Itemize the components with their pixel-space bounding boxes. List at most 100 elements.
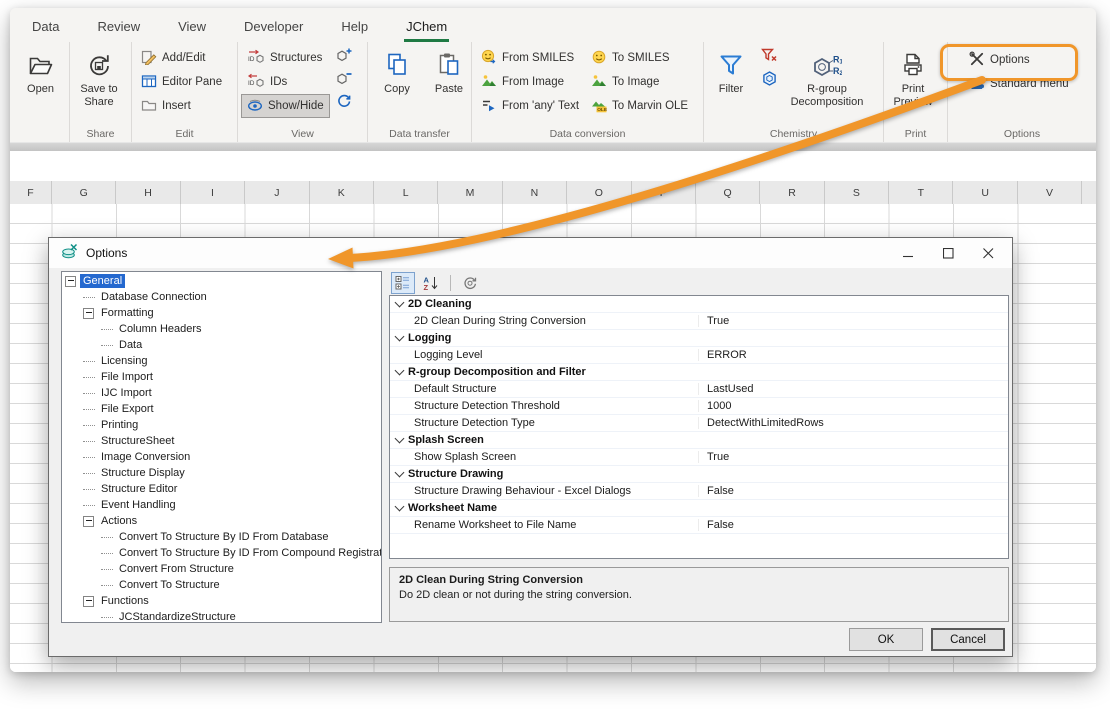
remove-structure-button[interactable] xyxy=(334,71,354,90)
property-category-structure-drawing[interactable]: Structure Drawing xyxy=(390,466,1008,483)
alphabetical-sort-icon[interactable]: AZ xyxy=(419,272,443,294)
property-value[interactable]: False xyxy=(699,519,734,531)
collapse-icon[interactable] xyxy=(65,276,76,287)
column-header-N[interactable]: N xyxy=(503,181,567,204)
filter-button[interactable]: Filter xyxy=(707,44,755,96)
from-image-button[interactable]: From Image xyxy=(475,70,585,94)
from-smiles-button[interactable]: From SMILES xyxy=(475,46,585,70)
tree-item-printing[interactable]: Printing xyxy=(62,417,381,433)
tree-item-convert-to-structure[interactable]: Convert To Structure xyxy=(62,577,381,593)
property-category-splash-screen[interactable]: Splash Screen xyxy=(390,432,1008,449)
property-row-rename-worksheet-to-file-name[interactable]: Rename Worksheet to File NameFalse xyxy=(390,517,1008,534)
print-preview-button[interactable]: PrintPreview xyxy=(887,44,939,108)
insert-button[interactable]: Insert xyxy=(135,94,228,118)
chevron-down-icon[interactable] xyxy=(394,468,404,478)
column-header-T[interactable]: T xyxy=(889,181,953,204)
tree-item-actions[interactable]: Actions xyxy=(62,513,381,529)
property-value[interactable]: ERROR xyxy=(699,349,747,361)
refresh-button[interactable] xyxy=(334,94,354,113)
property-value[interactable]: DetectWithLimitedRows xyxy=(699,417,824,429)
tree-item-ijc-import[interactable]: IJC Import xyxy=(62,385,381,401)
property-row-structure-drawing-behaviour-excel-dialogs[interactable]: Structure Drawing Behaviour - Excel Dial… xyxy=(390,483,1008,500)
column-header-J[interactable]: J xyxy=(245,181,309,204)
options-button[interactable]: Options xyxy=(963,48,1075,72)
column-header-I[interactable]: I xyxy=(181,181,245,204)
show-hide-button[interactable]: Show/Hide xyxy=(241,94,330,118)
property-category-worksheet-name[interactable]: Worksheet Name xyxy=(390,500,1008,517)
tab-data[interactable]: Data xyxy=(30,12,61,42)
tree-item-functions[interactable]: Functions xyxy=(62,593,381,609)
tab-help[interactable]: Help xyxy=(339,12,370,42)
editor-pane-button[interactable]: Editor Pane xyxy=(135,70,228,94)
column-header-P[interactable]: P xyxy=(632,181,696,204)
structures-button[interactable]: ID Structures xyxy=(241,46,330,70)
to-image-button[interactable]: To Image xyxy=(585,70,694,94)
copy-button[interactable]: Copy xyxy=(371,44,423,96)
tree-item-structure-display[interactable]: Structure Display xyxy=(62,465,381,481)
chevron-down-icon[interactable] xyxy=(394,366,404,376)
property-row-2d-clean-during-string-conversion[interactable]: 2D Clean During String ConversionTrue xyxy=(390,313,1008,330)
ids-button[interactable]: ID IDs xyxy=(241,70,330,94)
chevron-down-icon[interactable] xyxy=(394,434,404,444)
reset-icon[interactable] xyxy=(458,272,482,294)
tree-item-licensing[interactable]: Licensing xyxy=(62,353,381,369)
column-header-F[interactable]: F xyxy=(10,181,52,204)
property-row-structure-detection-threshold[interactable]: Structure Detection Threshold1000 xyxy=(390,398,1008,415)
tree-item-event-handling[interactable]: Event Handling xyxy=(62,497,381,513)
tree-item-structure-editor[interactable]: Structure Editor xyxy=(62,481,381,497)
tree-item-file-export[interactable]: File Export xyxy=(62,401,381,417)
tree-item-general[interactable]: General xyxy=(62,273,381,289)
add-edit-button[interactable]: Add/Edit xyxy=(135,46,228,70)
standard-menu-button[interactable]: Standard menu xyxy=(963,72,1075,96)
tab-review[interactable]: Review xyxy=(95,12,142,42)
tree-item-file-import[interactable]: File Import xyxy=(62,369,381,385)
property-value[interactable]: True xyxy=(699,451,729,463)
tree-item-structuresheet[interactable]: StructureSheet xyxy=(62,433,381,449)
categorized-icon[interactable] xyxy=(391,272,415,294)
property-category-r-group-decomposition-and-filter[interactable]: R-group Decomposition and Filter xyxy=(390,364,1008,381)
property-category-logging[interactable]: Logging xyxy=(390,330,1008,347)
column-header-S[interactable]: S xyxy=(825,181,889,204)
property-category-2d-cleaning[interactable]: 2D Cleaning xyxy=(390,296,1008,313)
dialog-titlebar[interactable]: Options xyxy=(49,238,1012,268)
column-header-M[interactable]: M xyxy=(438,181,502,204)
to-marvin-ole-button[interactable]: OLE To Marvin OLE xyxy=(585,94,694,118)
to-smiles-button[interactable]: To SMILES xyxy=(585,46,694,70)
from-any-text-button[interactable]: From 'any' Text xyxy=(475,94,585,118)
collapse-icon[interactable] xyxy=(83,308,94,319)
property-value[interactable]: LastUsed xyxy=(699,383,753,395)
rgroup-decomposition-button[interactable]: R1R2 R-groupDecomposition xyxy=(781,44,873,108)
tree-item-convert-to-structure-by-id-from-compound-registration[interactable]: Convert To Structure By ID From Compound… xyxy=(62,545,381,561)
property-value[interactable]: True xyxy=(699,315,729,327)
ok-button[interactable]: OK xyxy=(849,628,923,651)
column-header-K[interactable]: K xyxy=(310,181,374,204)
tab-jchem[interactable]: JChem xyxy=(404,12,449,42)
collapse-icon[interactable] xyxy=(83,516,94,527)
column-header-V[interactable]: V xyxy=(1018,181,1082,204)
tree-item-jcstandardizestructure[interactable]: JCStandardizeStructure xyxy=(62,609,381,623)
column-header-U[interactable]: U xyxy=(953,181,1017,204)
options-tree[interactable]: GeneralDatabase ConnectionFormattingColu… xyxy=(61,271,382,623)
tree-item-convert-from-structure[interactable]: Convert From Structure xyxy=(62,561,381,577)
clear-filter-button[interactable] xyxy=(759,48,779,67)
tree-item-data[interactable]: Data xyxy=(62,337,381,353)
close-icon[interactable] xyxy=(968,238,1008,268)
tree-item-convert-to-structure-by-id-from-database[interactable]: Convert To Structure By ID From Database xyxy=(62,529,381,545)
property-row-default-structure[interactable]: Default StructureLastUsed xyxy=(390,381,1008,398)
column-header-R[interactable]: R xyxy=(760,181,824,204)
maximize-icon[interactable] xyxy=(928,238,968,268)
column-header-O[interactable]: O xyxy=(567,181,631,204)
paste-button[interactable]: Paste xyxy=(423,44,475,96)
tree-item-database-connection[interactable]: Database Connection xyxy=(62,289,381,305)
column-header-Q[interactable]: Q xyxy=(696,181,760,204)
tab-developer[interactable]: Developer xyxy=(242,12,305,42)
tab-view[interactable]: View xyxy=(176,12,208,42)
cancel-button[interactable]: Cancel xyxy=(931,628,1005,651)
collapse-icon[interactable] xyxy=(83,596,94,607)
open-button[interactable]: Open xyxy=(15,44,66,96)
property-row-logging-level[interactable]: Logging LevelERROR xyxy=(390,347,1008,364)
chevron-down-icon[interactable] xyxy=(394,502,404,512)
property-grid[interactable]: 2D Cleaning2D Clean During String Conver… xyxy=(389,295,1009,559)
property-row-show-splash-screen[interactable]: Show Splash ScreenTrue xyxy=(390,449,1008,466)
tree-item-column-headers[interactable]: Column Headers xyxy=(62,321,381,337)
